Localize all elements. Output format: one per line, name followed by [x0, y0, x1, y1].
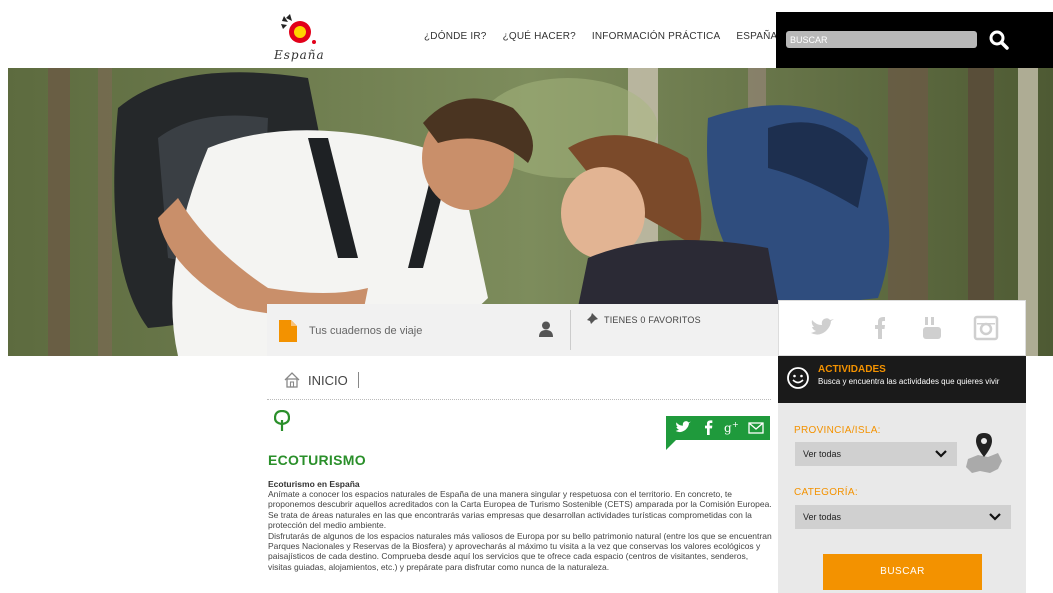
logo-text: España — [274, 48, 325, 62]
chevron-down-icon — [935, 450, 947, 458]
favorites-count[interactable]: TIENES 0 FAVORITOS — [604, 315, 701, 325]
province-select[interactable]: Ver todas — [795, 442, 957, 466]
share-mail[interactable] — [748, 421, 764, 434]
breadcrumb-separator — [357, 372, 359, 388]
home-icon[interactable] — [284, 372, 300, 388]
share-facebook[interactable] — [704, 419, 714, 435]
chevron-down-icon — [989, 513, 1001, 521]
search-activities-button[interactable]: BUSCAR — [823, 554, 982, 590]
travel-notebooks-label[interactable]: Tus cuadernos de viaje — [309, 325, 422, 337]
facebook-icon — [705, 420, 713, 435]
activities-box: ACTIVIDADES Busca y encuentra las activi… — [778, 356, 1026, 403]
tree-icon — [274, 410, 290, 431]
svg-text:g: g — [724, 421, 732, 435]
facebook-link[interactable] — [867, 315, 893, 341]
category-select-value: Ver todas — [803, 512, 842, 522]
instagram-icon — [973, 315, 999, 341]
page: España ¿DÓNDE IR? ¿QUÉ HACER? INFORMACIÓ… — [0, 0, 1053, 593]
nav-practical-info[interactable]: INFORMACIÓN PRÁCTICA — [592, 31, 720, 42]
breadcrumb-home[interactable]: INICIO — [308, 373, 348, 388]
body-paragraph: Anímate a conocer los espacios naturales… — [268, 489, 772, 531]
youtube-link[interactable] — [919, 315, 945, 341]
activity-filter: PROVINCIA/ISLA: Ver todas CATEGORÍA: Ver… — [778, 403, 1026, 593]
category-label: CATEGORÍA: — [794, 487, 858, 498]
twitter-link[interactable] — [809, 315, 835, 341]
favorites-divider — [570, 310, 571, 350]
share-googleplus[interactable]: g + — [724, 419, 740, 435]
map-pin-icon[interactable] — [964, 431, 1004, 475]
breadcrumb: INICIO — [284, 372, 359, 388]
share-box: g + — [666, 416, 770, 450]
main-nav: ¿DÓNDE IR? ¿QUÉ HACER? INFORMACIÓN PRÁCT… — [424, 31, 816, 42]
pin-icon — [586, 313, 598, 325]
youtube-icon — [923, 317, 941, 339]
mail-icon — [748, 422, 764, 434]
activities-description: Busca y encuentra las actividades que qu… — [818, 377, 1000, 386]
twitter-icon — [811, 318, 834, 335]
facebook-icon — [875, 317, 885, 339]
instagram-link[interactable] — [973, 315, 999, 341]
search-button[interactable] — [988, 29, 1010, 51]
category-select[interactable]: Ver todas — [795, 505, 1011, 529]
province-label: PROVINCIA/ISLA: — [794, 425, 881, 436]
twitter-icon — [675, 421, 691, 433]
body-paragraph: Disfrutarás de algunos de los espacios n… — [268, 530, 772, 572]
smile-icon — [787, 367, 809, 389]
nav-what-to-do[interactable]: ¿QUÉ HACER? — [503, 31, 576, 42]
svg-text:+: + — [732, 420, 739, 429]
search-input[interactable] — [786, 31, 977, 48]
googleplus-icon: g + — [724, 420, 739, 435]
search-bar — [776, 12, 1053, 68]
section-body: Anímate a conocer los espacios naturales… — [268, 489, 774, 593]
share-twitter[interactable] — [674, 419, 692, 435]
nav-where-to-go[interactable]: ¿DÓNDE IR? — [424, 31, 487, 42]
header: España ¿DÓNDE IR? ¿QUÉ HACER? INFORMACIÓ… — [0, 0, 1053, 68]
user-icon[interactable] — [539, 321, 553, 337]
spain-logo[interactable]: España — [274, 12, 324, 64]
logo-sun-icon — [281, 14, 316, 44]
social-bar — [778, 300, 1026, 356]
activities-title: ACTIVIDADES — [818, 364, 886, 375]
province-select-value: Ver todas — [803, 449, 842, 459]
notebook-icon[interactable] — [279, 320, 297, 342]
search-icon — [989, 30, 1009, 50]
breadcrumb-divider — [267, 399, 771, 400]
section-subtitle: Ecoturismo en España — [268, 479, 360, 489]
section-title: ECOTURISMO — [268, 452, 366, 468]
favorites-bar: Tus cuadernos de viaje TIENES 0 FAVORITO… — [267, 304, 778, 356]
